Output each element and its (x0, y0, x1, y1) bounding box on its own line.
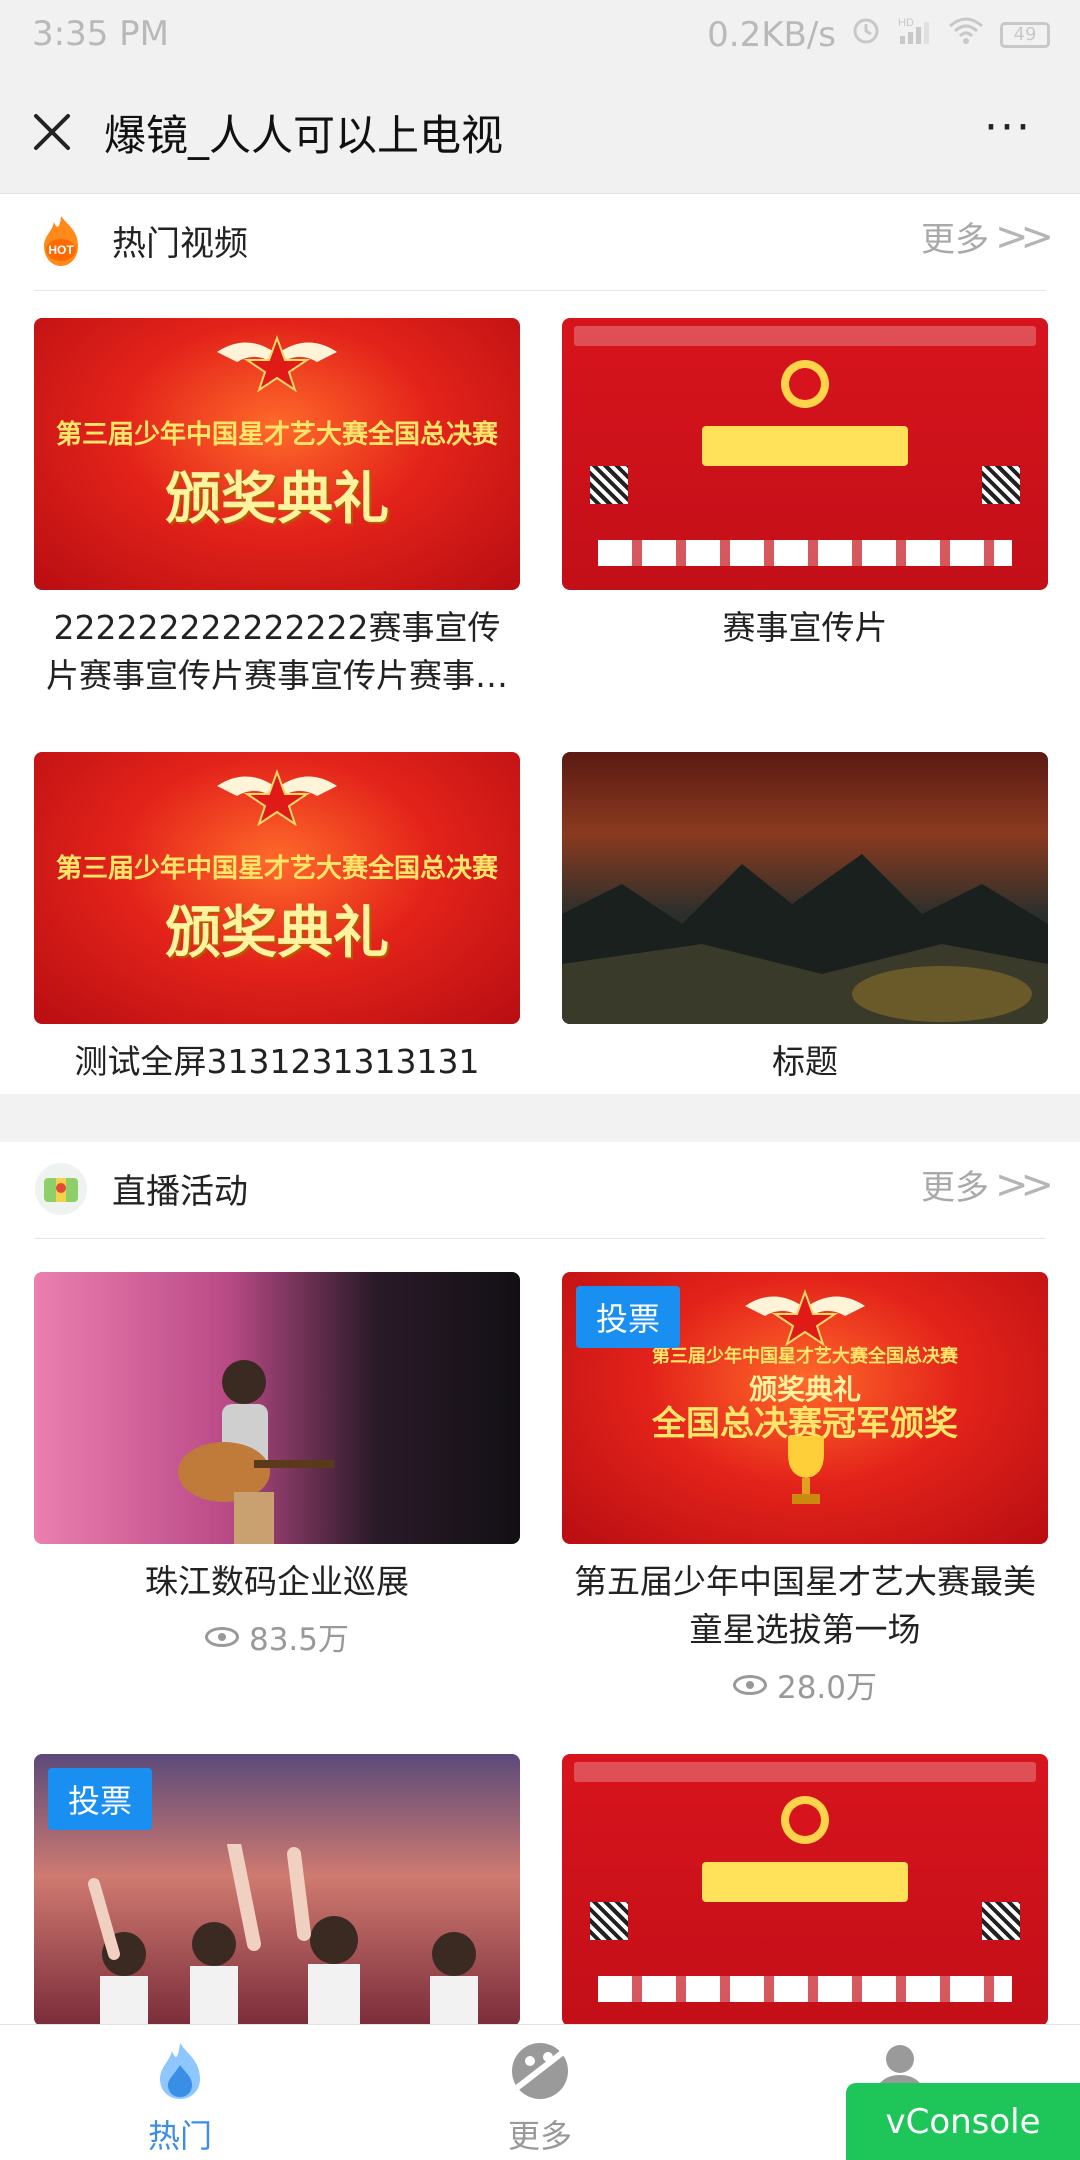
qr-code-icon (590, 466, 628, 504)
eye-icon (732, 1674, 767, 1695)
double-chevron-right-icon: >> (994, 213, 1054, 260)
poster-banner (702, 426, 908, 466)
network-speed: 0.2KB/s (707, 14, 836, 55)
guitarist-figure (178, 1360, 334, 1544)
vote-badge[interactable]: 投票 (576, 1286, 681, 1348)
video-title: 赛事宣传片 (722, 608, 888, 647)
thumbnail-caption: 第三届少年中国星才艺大赛全国总决赛 (55, 854, 498, 884)
map-icon (34, 1162, 88, 1216)
divider (34, 290, 1046, 291)
poster-header-strip (574, 1762, 1036, 1782)
trophy-icon (788, 1436, 824, 1504)
video-thumbnail[interactable] (562, 752, 1048, 1024)
flame-icon (148, 2039, 212, 2103)
poster-banner (702, 1862, 908, 1902)
page-title: 爆镜_人人可以上电视 (104, 111, 504, 160)
thumbnail-headline: 颁奖典礼 (165, 467, 389, 532)
section-header: 直播活动 更多 >> (0, 1142, 1080, 1238)
divider (34, 1238, 1046, 1239)
vconsole-button[interactable]: vConsole (846, 2083, 1080, 2160)
live-title: 第五届少年中国星才艺大赛最美童星选拔第一场 (574, 1562, 1036, 1649)
landscape-mountain (562, 854, 1048, 1024)
sponsor-logos (598, 1976, 1012, 2002)
tab-label: 更多 (507, 2117, 572, 2155)
hot-videos-section: HOT 热门视频 更多 >> 第三届少年中国星才艺大赛全国总决赛 颁奖典礼 22… (0, 194, 1080, 1094)
star-logo-icon (217, 335, 337, 392)
live-card[interactable]: 第三届少年中国星才艺大赛全国总决赛 颁奖典礼 全国总决赛冠军颁奖 投票 第五届少… (562, 1272, 1048, 1707)
poster-header-strip (574, 326, 1036, 346)
thumbnail-headline: 颁奖典礼 (165, 901, 389, 966)
vote-badge[interactable]: 投票 (48, 1768, 153, 1830)
section-header: HOT 热门视频 更多 >> (0, 194, 1080, 290)
close-icon[interactable] (28, 108, 76, 156)
video-title: 标题 (772, 1042, 838, 1081)
live-more-link[interactable]: 更多 >> (920, 1160, 1054, 1209)
view-count: 83.5万 (34, 1614, 520, 1659)
more-label: 更多 (920, 220, 989, 260)
video-thumbnail[interactable]: 第三届少年中国星才艺大赛全国总决赛 颁奖典礼 (34, 318, 520, 590)
video-card[interactable]: 赛事宣传片 (562, 318, 1048, 652)
tab-more[interactable]: 更多 (440, 2039, 640, 2157)
eye-icon (204, 1626, 239, 1647)
star-logo-icon (745, 1289, 865, 1346)
alarm-icon (850, 14, 882, 55)
video-thumbnail[interactable]: 第三届少年中国星才艺大赛全国总决赛 颁奖典礼 (34, 752, 520, 1024)
live-thumbnail[interactable]: 第三届少年中国星才艺大赛全国总决赛 颁奖典礼 全国总决赛冠军颁奖 投票 (562, 1272, 1048, 1544)
tab-label: 热门 (147, 2117, 212, 2155)
svg-text:HOT: HOT (48, 243, 74, 257)
thumbnail-caption: 第三届少年中国星才艺大赛全国总决赛 (55, 420, 498, 450)
live-card[interactable]: 投票 (34, 1754, 520, 2026)
emblem-icon (781, 360, 829, 408)
more-label: 更多 (920, 1168, 989, 1208)
svg-text:HD: HD (898, 17, 914, 29)
view-count: 28.0万 (562, 1662, 1048, 1707)
hot-flame-icon: HOT (34, 214, 88, 268)
video-card[interactable]: 第三届少年中国星才艺大赛全国总决赛 颁奖典礼 222222222222222赛事… (34, 318, 520, 700)
signal-icon: HD (896, 14, 932, 55)
tab-hot[interactable]: 热门 (80, 2039, 280, 2157)
live-card[interactable]: 珠江数码企业巡展 83.5万 (34, 1272, 520, 1659)
view-count-value: 28.0万 (776, 1670, 878, 1706)
star-logo-icon (217, 769, 337, 826)
wifi-icon (946, 14, 986, 55)
video-title: 测试全屏3131231313131 (74, 1042, 480, 1081)
section-title: 直播活动 (112, 1172, 248, 1212)
live-title: 珠江数码企业巡展 (145, 1562, 409, 1601)
status-right: 0.2KB/s HD 49 (707, 14, 1050, 55)
qr-code-icon (982, 1902, 1020, 1940)
live-card[interactable] (562, 1754, 1048, 2026)
double-chevron-right-icon: >> (994, 1161, 1054, 1208)
battery-icon: 49 (1000, 21, 1050, 48)
view-count-value: 83.5万 (248, 1622, 350, 1658)
palette-icon (508, 2039, 572, 2103)
more-menu-button[interactable]: ··· (984, 102, 1032, 153)
nav-bar: 爆镜_人人可以上电视 ··· (0, 72, 1080, 194)
choir-figures (88, 1844, 478, 2026)
qr-code-icon (982, 466, 1020, 504)
live-activities-section: 直播活动 更多 >> 珠江数码企业巡展 83.5万 第三届少年中国星才艺大赛全国… (0, 1142, 1080, 2042)
live-thumbnail[interactable]: 投票 (34, 1754, 520, 2026)
emblem-icon (781, 1796, 829, 1844)
status-time: 3:35 PM (32, 14, 169, 54)
video-card[interactable]: 第三届少年中国星才艺大赛全国总决赛 颁奖典礼 测试全屏3131231313131 (34, 752, 520, 1086)
section-title: 热门视频 (112, 224, 248, 264)
live-thumbnail[interactable] (562, 1754, 1048, 2026)
status-bar: 3:35 PM 0.2KB/s HD 49 (0, 0, 1080, 72)
live-thumbnail[interactable] (34, 1272, 520, 1544)
qr-code-icon (590, 1902, 628, 1940)
hot-more-link[interactable]: 更多 >> (920, 212, 1054, 261)
video-title: 222222222222222赛事宣传片赛事宣传片赛事宣传片赛事宣传片 (46, 608, 508, 695)
video-card[interactable]: 标题 (562, 752, 1048, 1086)
sponsor-logos (598, 540, 1012, 566)
video-thumbnail[interactable] (562, 318, 1048, 590)
